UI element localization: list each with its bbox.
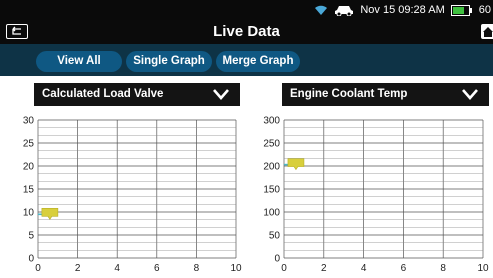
home-button[interactable] [481,24,493,39]
x-tick-label: 4 [361,263,367,274]
car-icon [335,6,354,16]
y-tick-label: 20 [23,162,35,173]
panel-selector-right[interactable]: Engine Coolant Temp [282,83,489,106]
y-tick-label: 150 [263,185,280,196]
status-icons: Nov 15 09:28 AM 60 [314,0,493,20]
page-title: Live Data [213,23,280,40]
x-tick-label: 0 [281,263,287,274]
panel-selector-left[interactable]: Calculated Load Valve [34,83,240,106]
status-datetime: Nov 15 09:28 AM [360,4,445,16]
value-marker [41,208,59,220]
wifi-icon [315,5,328,15]
chevron-down-icon[interactable] [461,87,479,101]
panel-label: Engine Coolant Temp [290,88,408,100]
y-tick-label: 200 [263,162,280,173]
chart-left: 0 5 10 15 20 25 30 0 2 4 6 8 10 [23,116,242,275]
home-icon [483,27,493,37]
value-marker [287,158,305,171]
y-tick-label: 10 [23,208,35,219]
chevron-down-icon[interactable] [212,87,230,101]
tab-single-graph[interactable]: Single Graph [126,51,212,72]
tab-bar: View All Single Graph Merge Graph [0,44,493,76]
y-tick-label: 5 [28,231,34,242]
x-tick-label: 2 [75,263,81,274]
y-tick-label: 250 [263,139,280,150]
x-tick-label: 6 [401,263,407,274]
panel-label: Calculated Load Valve [42,88,164,100]
title-bar: Live Data [0,20,493,44]
x-tick-label: 4 [114,263,120,274]
chart-right: 0 50 100 150 200 250 300 0 2 4 6 8 10 [263,116,489,275]
x-tick-label: 10 [230,263,242,274]
tab-merge-graph[interactable]: Merge Graph [216,51,300,72]
x-tick-label: 8 [194,263,200,274]
y-tick-label: 50 [269,231,281,242]
y-tick-label: 25 [23,139,35,150]
status-bar: Nov 15 09:28 AM 60 [0,0,493,20]
battery-percent: 60 [478,4,491,16]
y-tick-label: 15 [23,185,35,196]
y-tick-label: 0 [274,254,280,265]
x-tick-label: 8 [440,263,446,274]
y-tick-label: 30 [23,116,35,127]
y-tick-label: 100 [263,208,280,219]
battery-icon [450,4,472,16]
x-tick-label: 0 [35,263,41,274]
x-tick-label: 6 [154,263,160,274]
x-tick-label: 2 [321,263,327,274]
x-tick-label: 10 [477,263,489,274]
tab-view-all[interactable]: View All [36,51,122,72]
y-tick-label: 300 [263,116,280,127]
y-tick-label: 0 [28,254,34,265]
